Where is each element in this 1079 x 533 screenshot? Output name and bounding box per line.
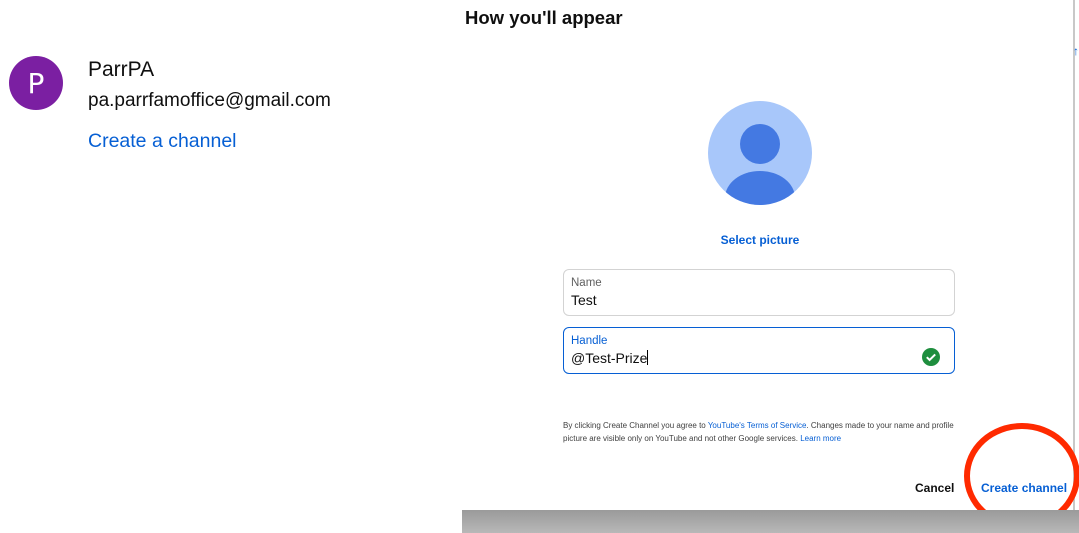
handle-value: @Test-Prize [571, 350, 648, 366]
terms-text: By clicking Create Channel you agree to … [563, 419, 963, 445]
dialog-title: How you'll appear [465, 7, 623, 28]
handle-field-label: Handle [571, 335, 608, 347]
name-field-label: Name [571, 277, 602, 289]
cancel-button[interactable]: Cancel [915, 481, 954, 495]
edge-mark: ↑ [1073, 44, 1079, 58]
create-channel-link[interactable]: Create a channel [88, 130, 237, 153]
name-field[interactable]: Name Test [563, 269, 955, 316]
profile-picture[interactable] [708, 101, 812, 205]
name-input[interactable]: Test [571, 292, 597, 308]
create-channel-button[interactable]: Create channel [981, 481, 1067, 495]
terms-part1: By clicking Create Channel you agree to [563, 421, 708, 430]
account-name: ParrPA [88, 58, 155, 81]
create-channel-dialog: How you'll appear ↑ Select picture Name … [462, 0, 1079, 533]
terms-of-service-link[interactable]: YouTube's Terms of Service [708, 421, 807, 430]
account-panel: P ParrPA pa.parrfamoffice@gmail.com Crea… [0, 0, 460, 533]
handle-input[interactable]: @Test-Prize [571, 350, 649, 366]
bottom-shade [462, 510, 1079, 533]
text-caret [647, 350, 649, 365]
handle-field[interactable]: Handle @Test-Prize [563, 327, 955, 374]
dialog-scrollbar[interactable] [1073, 0, 1075, 512]
select-picture-link[interactable]: Select picture [662, 233, 858, 247]
check-circle-icon [922, 348, 940, 366]
account-avatar[interactable]: P [9, 56, 63, 110]
learn-more-link[interactable]: Learn more [800, 434, 841, 443]
default-profile-icon [725, 124, 795, 205]
account-email: pa.parrfamoffice@gmail.com [88, 90, 331, 111]
